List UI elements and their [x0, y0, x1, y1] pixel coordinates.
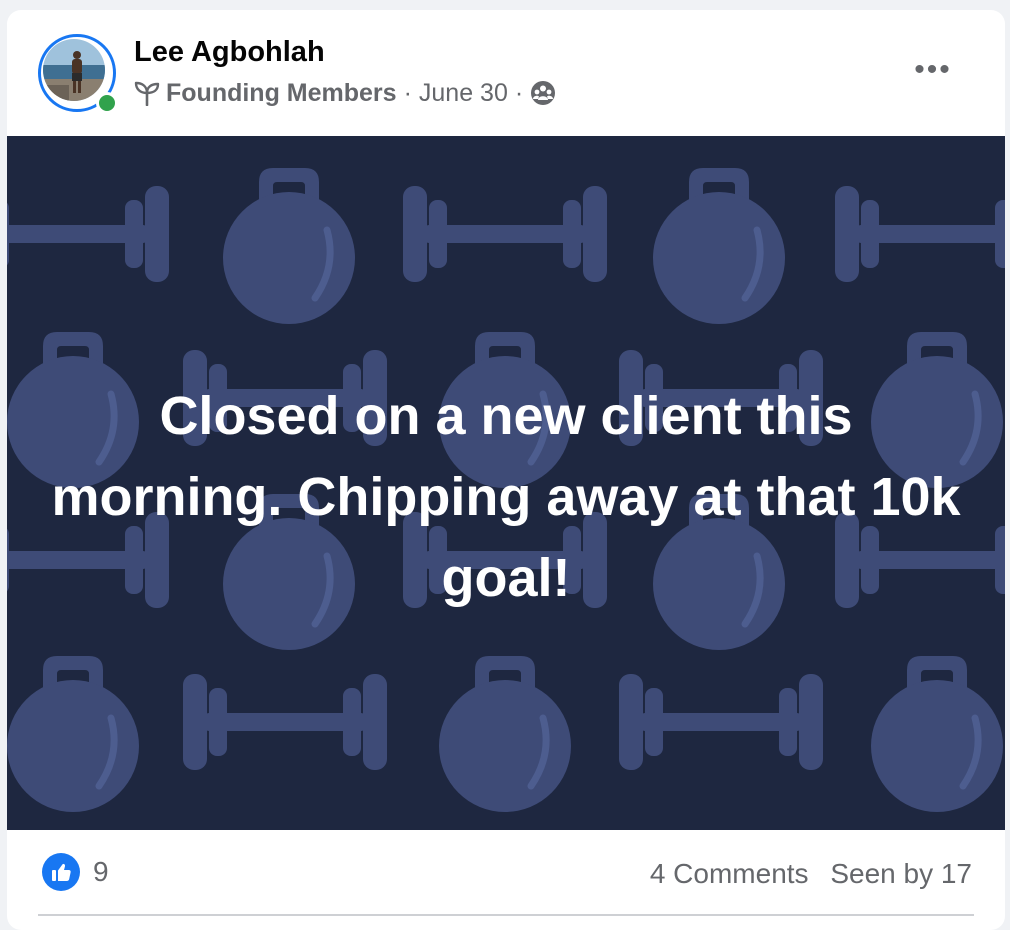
meta-separator: · [403, 78, 412, 107]
group-name[interactable]: Founding Members [166, 79, 397, 108]
post-background-image[interactable]: Closed on a new client this morning. Chi… [7, 136, 1005, 830]
group-audience-icon[interactable] [530, 80, 556, 106]
like-count[interactable]: 9 [93, 856, 109, 888]
more-options-icon: ••• [914, 53, 952, 86]
meta-separator: · [514, 78, 524, 107]
author-name[interactable]: Lee Agbohlah [134, 36, 325, 69]
post-card: Lee Agbohlah Founding Members · June 30 … [7, 10, 1005, 930]
post-header: Lee Agbohlah Founding Members · June 30 … [7, 10, 1005, 136]
post-stats: 4 Comments Seen by 17 [650, 858, 972, 890]
footer-divider [38, 914, 974, 916]
post-text: Closed on a new client this morning. Chi… [51, 386, 961, 608]
comments-count-link[interactable]: 4 Comments [650, 858, 809, 889]
avatar-photo [43, 39, 105, 101]
post-footer: 9 4 Comments Seen by 17 [7, 830, 1005, 930]
online-status-indicator [96, 92, 118, 114]
author-avatar[interactable] [38, 34, 118, 114]
sprout-icon [134, 81, 160, 106]
seen-by-count[interactable]: Seen by 17 [830, 858, 972, 889]
post-date[interactable]: June 30 [419, 79, 508, 108]
thumbs-up-icon[interactable] [42, 853, 80, 891]
more-options-button[interactable]: ••• [905, 50, 961, 90]
post-meta: Founding Members · June 30 · [134, 76, 556, 110]
